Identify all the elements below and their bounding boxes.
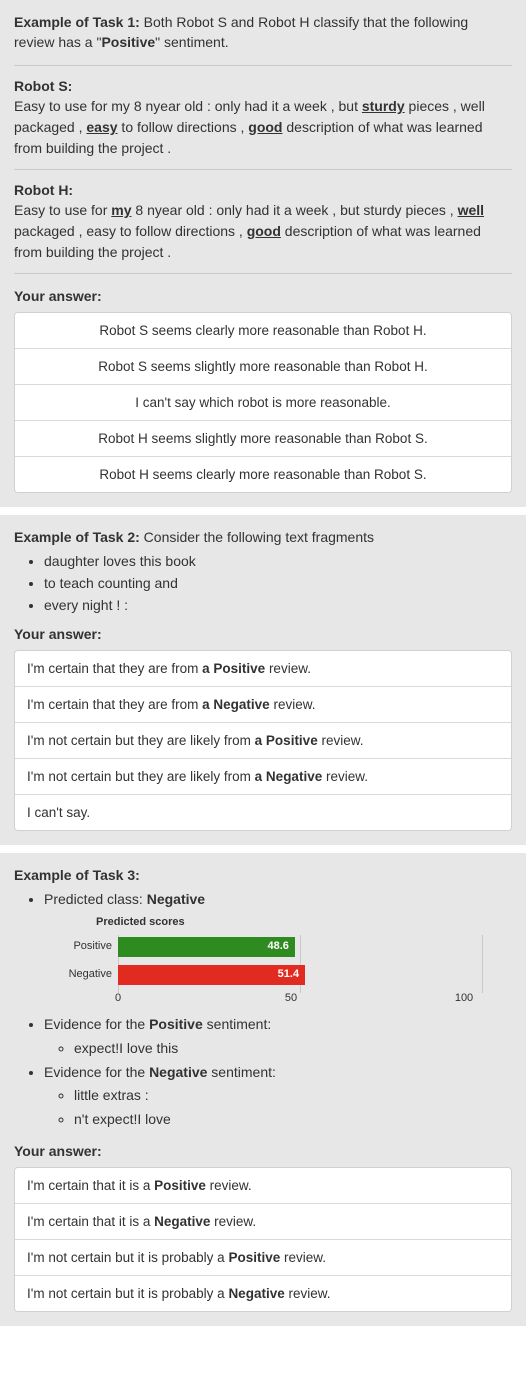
option-button[interactable]: I'm certain that it is a Negative review… — [15, 1203, 511, 1239]
divider — [14, 273, 512, 274]
evidence-negative-line: Evidence for the Negative sentiment: lit… — [44, 1062, 512, 1129]
task1-options: Robot S seems clearly more reasonable th… — [14, 312, 512, 493]
chart-value-label: 48.6 — [267, 939, 288, 955]
evidence-item: n't expect!I love — [74, 1109, 512, 1129]
chart-x-axis: 0 50 100 — [118, 991, 464, 1005]
task1-heading: Example of Task 1: — [14, 14, 140, 30]
option-button[interactable]: I'm not certain but it is probably a Neg… — [15, 1275, 511, 1311]
chart-category-label: Negative — [62, 967, 118, 983]
chart-row-negative: Negative 51.4 — [62, 963, 482, 987]
task1-prompt: Example of Task 1: Both Robot S and Robo… — [14, 12, 512, 53]
highlight-word: well — [458, 202, 484, 218]
fragment-list: daughter loves this book to teach counti… — [20, 551, 512, 616]
divider — [14, 65, 512, 66]
evidence-item: little extras : — [74, 1085, 512, 1105]
task3-panel: Example of Task 3: Predicted class: Nega… — [0, 853, 526, 1326]
chart-bar-positive: 48.6 — [118, 937, 295, 957]
chart-tick: 100 — [455, 991, 473, 1007]
chart-value-label: 51.4 — [278, 967, 299, 983]
chart-tick: 50 — [285, 991, 297, 1007]
option-button[interactable]: I'm not certain but they are likely from… — [15, 758, 511, 794]
answer-heading: Your answer: — [14, 1143, 512, 1159]
task3-content-list: Predicted class: Negative Predicted scor… — [20, 889, 512, 1129]
option-button[interactable]: Robot H seems slightly more reasonable t… — [15, 420, 511, 456]
option-button[interactable]: I can't say. — [15, 794, 511, 830]
chart-tick: 0 — [115, 991, 121, 1007]
evidence-positive-line: Evidence for the Positive sentiment: exp… — [44, 1014, 512, 1058]
option-button[interactable]: I'm certain that they are from a Positiv… — [15, 651, 511, 686]
fragment-item: to teach counting and — [44, 573, 512, 593]
robot-h-label: Robot H: — [14, 182, 512, 198]
robot-s-label: Robot S: — [14, 78, 512, 94]
task2-prompt: Example of Task 2: Consider the followin… — [14, 527, 512, 547]
predicted-scores-chart: Positive 48.6 Negative 51.4 0 50 100 — [62, 935, 482, 1011]
task3-options: I'm certain that it is a Positive review… — [14, 1167, 512, 1312]
highlight-word: sturdy — [362, 98, 405, 114]
chart-bar-negative: 51.4 — [118, 965, 305, 985]
chart-category-label: Positive — [62, 939, 118, 955]
option-button[interactable]: I'm certain that it is a Positive review… — [15, 1168, 511, 1203]
option-button[interactable]: I'm not certain but it is probably a Pos… — [15, 1239, 511, 1275]
option-button[interactable]: Robot H seems clearly more reasonable th… — [15, 456, 511, 492]
highlight-word: good — [247, 223, 281, 239]
robot-s-text: Easy to use for my 8 nyear old : only ha… — [14, 96, 512, 159]
option-button[interactable]: Robot S seems slightly more reasonable t… — [15, 348, 511, 384]
option-button[interactable]: I'm certain that they are from a Negativ… — [15, 686, 511, 722]
task1-panel: Example of Task 1: Both Robot S and Robo… — [0, 0, 526, 507]
answer-heading: Your answer: — [14, 626, 512, 642]
chart-title: Predicted scores — [96, 915, 512, 931]
predicted-class-line: Predicted class: Negative Predicted scor… — [44, 889, 512, 1011]
option-button[interactable]: Robot S seems clearly more reasonable th… — [15, 313, 511, 348]
robot-h-text: Easy to use for my 8 nyear old : only ha… — [14, 200, 512, 263]
task2-heading: Example of Task 2: — [14, 529, 140, 545]
option-button[interactable]: I'm not certain but they are likely from… — [15, 722, 511, 758]
task3-heading: Example of Task 3: — [14, 867, 140, 883]
chart-row-positive: Positive 48.6 — [62, 935, 482, 959]
evidence-item: expect!I love this — [74, 1038, 512, 1058]
divider — [14, 169, 512, 170]
highlight-word: good — [248, 119, 282, 135]
fragment-item: every night ! : — [44, 595, 512, 615]
fragment-item: daughter loves this book — [44, 551, 512, 571]
answer-heading: Your answer: — [14, 288, 512, 304]
task2-panel: Example of Task 2: Consider the followin… — [0, 515, 526, 845]
task2-options: I'm certain that they are from a Positiv… — [14, 650, 512, 831]
highlight-word: my — [111, 202, 131, 218]
option-button[interactable]: I can't say which robot is more reasonab… — [15, 384, 511, 420]
highlight-word: easy — [86, 119, 117, 135]
